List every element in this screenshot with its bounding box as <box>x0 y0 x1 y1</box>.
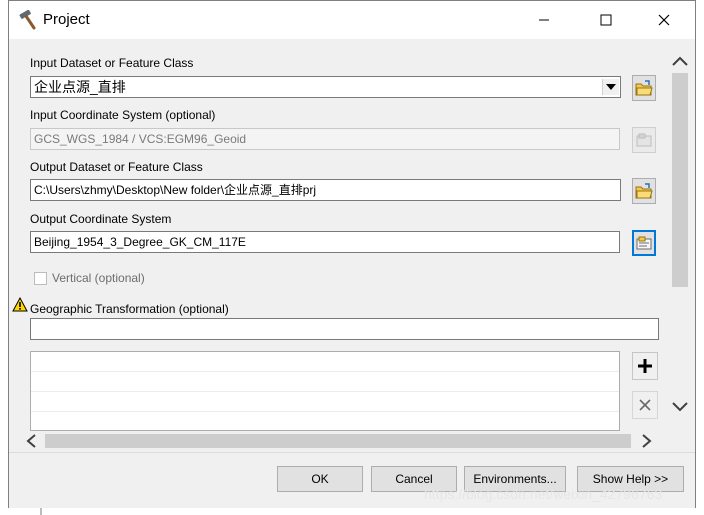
close-icon <box>658 14 670 26</box>
list-item[interactable] <box>31 352 619 372</box>
ok-button[interactable]: OK <box>277 466 363 492</box>
vertical-checkbox <box>34 272 47 285</box>
title-bar[interactable]: Project <box>9 1 695 39</box>
scroll-left-icon[interactable] <box>25 434 37 448</box>
horizontal-scrollbar[interactable] <box>21 431 661 451</box>
parameters-panel[interactable]: Input Dataset or Feature Class 企业点源_直排 I… <box>9 39 695 452</box>
vertical-scrollbar[interactable] <box>671 51 689 431</box>
maximize-button[interactable] <box>583 1 629 39</box>
output-coord-value: Beijing_1954_3_Degree_GK_CM_117E <box>34 235 246 249</box>
folder-open-icon <box>635 80 653 96</box>
geo-transform-label: Geographic Transformation (optional) <box>30 302 229 316</box>
vertical-label: Vertical (optional) <box>52 271 145 285</box>
project-dialog: Project Input Dataset or Feature Class 企… <box>8 0 696 508</box>
list-item[interactable] <box>31 372 619 392</box>
list-item[interactable] <box>31 392 619 412</box>
input-coord-properties-button <box>632 127 656 153</box>
output-dataset-browse-button[interactable] <box>632 178 656 204</box>
window-title: Project <box>43 11 90 28</box>
hammer-icon <box>17 9 39 30</box>
transformation-listbox[interactable] <box>30 351 620 431</box>
warning-icon <box>12 296 28 315</box>
input-coord-label: Input Coordinate System (optional) <box>30 108 216 122</box>
scroll-down-icon[interactable] <box>672 401 688 413</box>
maximize-icon <box>600 14 612 26</box>
dropdown-arrow-button[interactable] <box>602 79 619 95</box>
chevron-down-icon <box>606 84 616 90</box>
vertical-scroll-thumb[interactable] <box>672 73 688 287</box>
plus-icon <box>638 359 652 373</box>
scroll-up-icon[interactable] <box>672 55 688 67</box>
input-dataset-dropdown[interactable]: 企业点源_直排 <box>30 76 621 98</box>
output-dataset-field[interactable]: C:\Users\zhmy\Desktop\New folder\企业点源_直排… <box>30 179 621 201</box>
add-transformation-button[interactable] <box>632 352 658 380</box>
output-dataset-label: Output Dataset or Feature Class <box>30 160 203 174</box>
geo-transform-field[interactable] <box>30 318 659 340</box>
input-dataset-value: 企业点源_直排 <box>34 79 126 95</box>
output-coord-properties-button[interactable] <box>632 230 656 256</box>
input-dataset-browse-button[interactable] <box>632 75 656 101</box>
properties-icon <box>636 133 652 147</box>
folder-open-icon <box>635 183 653 199</box>
watermark-text: https://blog.csdn.net/weixin_42796763 <box>424 486 663 502</box>
x-icon <box>639 399 651 411</box>
scroll-right-icon[interactable] <box>641 434 653 448</box>
output-dataset-value: C:\Users\zhmy\Desktop\New folder\企业点源_直排… <box>34 183 317 197</box>
properties-icon <box>636 236 652 250</box>
input-dataset-label: Input Dataset or Feature Class <box>30 56 194 70</box>
input-coord-value: GCS_WGS_1984 / VCS:EGM96_Geoid <box>34 132 247 146</box>
remove-transformation-button[interactable] <box>632 391 658 419</box>
close-button[interactable] <box>641 1 687 39</box>
output-coord-field[interactable]: Beijing_1954_3_Degree_GK_CM_117E <box>30 231 620 253</box>
output-coord-label: Output Coordinate System <box>30 212 172 226</box>
horizontal-scroll-thumb[interactable] <box>45 434 631 448</box>
background-edge <box>40 508 42 515</box>
minimize-icon <box>539 19 549 21</box>
input-coord-field: GCS_WGS_1984 / VCS:EGM96_Geoid <box>30 128 620 150</box>
minimize-button[interactable] <box>521 1 567 39</box>
list-item[interactable] <box>31 412 619 430</box>
